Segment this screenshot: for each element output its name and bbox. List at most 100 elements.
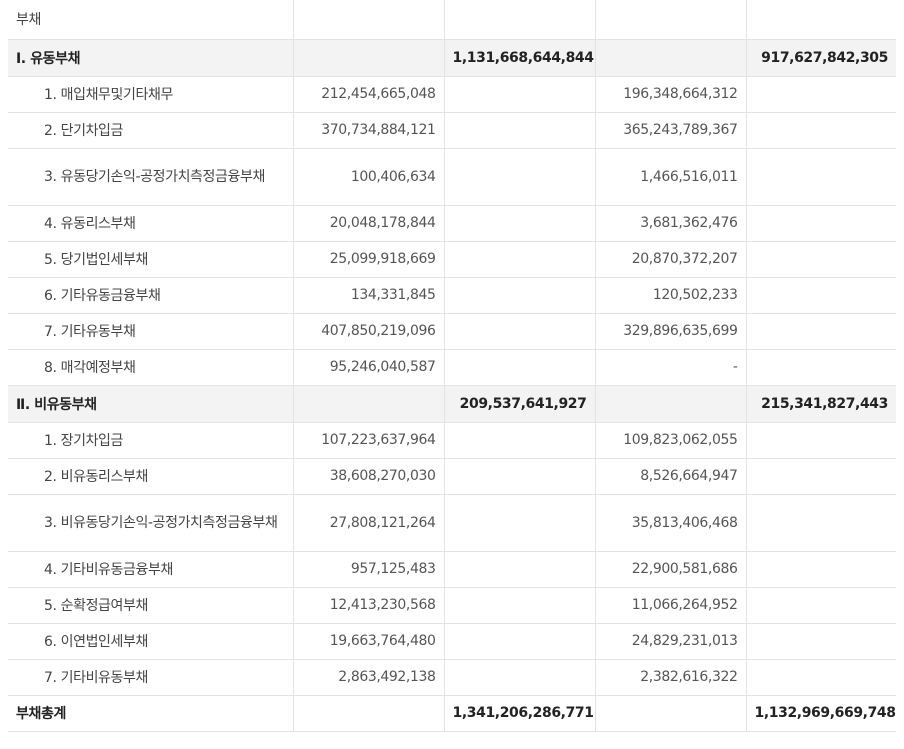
empty-cell bbox=[444, 422, 596, 459]
table-row: 5. 당기법인세부채 25,099,918,669 20,870,372,207 bbox=[8, 241, 896, 278]
item-value-b: 20,870,372,207 bbox=[595, 241, 747, 278]
total-liabilities-row: 부채총계 1,341,206,286,771 1,132,969,669,748 bbox=[8, 695, 896, 732]
empty-cell bbox=[746, 0, 896, 40]
empty-cell bbox=[746, 659, 896, 696]
item-label: 7. 기타유동부채 bbox=[8, 313, 294, 350]
empty-cell bbox=[444, 313, 596, 350]
item-value-b: 1,466,516,011 bbox=[595, 148, 747, 206]
empty-cell bbox=[293, 0, 445, 40]
empty-cell bbox=[746, 587, 896, 624]
item-label: 7. 기타비유동부채 bbox=[8, 659, 294, 696]
item-value-a: 38,608,270,030 bbox=[293, 458, 445, 495]
item-label: 6. 기타유동금융부채 bbox=[8, 277, 294, 314]
total-curr: 1,132,969,669,748 bbox=[746, 695, 896, 732]
item-value-b: 365,243,789,367 bbox=[595, 112, 747, 149]
empty-cell bbox=[293, 385, 445, 423]
item-value-a: 957,125,483 bbox=[293, 551, 445, 588]
empty-cell bbox=[444, 458, 596, 495]
item-value-b: 35,813,406,468 bbox=[595, 494, 747, 552]
item-value-a: 95,246,040,587 bbox=[293, 349, 445, 386]
empty-cell bbox=[293, 39, 445, 77]
table-row: 2. 단기차입금 370,734,884,121 365,243,789,367 bbox=[8, 112, 896, 149]
empty-cell bbox=[444, 76, 596, 113]
table-row: 8. 매각예정부채 95,246,040,587 - bbox=[8, 349, 896, 386]
section-label: Ⅱ. 비유동부채 bbox=[8, 385, 294, 423]
empty-cell bbox=[746, 241, 896, 278]
item-value-a: 100,406,634 bbox=[293, 148, 445, 206]
empty-cell bbox=[746, 112, 896, 149]
item-value-b: 109,823,062,055 bbox=[595, 422, 747, 459]
table-row: 4. 기타비유동금융부채 957,125,483 22,900,581,686 bbox=[8, 551, 896, 588]
empty-cell bbox=[746, 148, 896, 206]
liabilities-table: 부채 Ⅰ. 유동부채 1,131,668,644,844 917,627,842… bbox=[8, 0, 896, 732]
empty-cell bbox=[746, 494, 896, 552]
item-value-b: 22,900,581,686 bbox=[595, 551, 747, 588]
empty-cell bbox=[444, 241, 596, 278]
table-row: 7. 기타유동부채 407,850,219,096 329,896,635,69… bbox=[8, 313, 896, 350]
empty-cell bbox=[595, 39, 747, 77]
item-label: 4. 기타비유동금융부채 bbox=[8, 551, 294, 588]
table-row: 1. 장기차입금 107,223,637,964 109,823,062,055 bbox=[8, 422, 896, 459]
item-label: 3. 유동당기손익-공정가치측정금융부채 bbox=[8, 148, 294, 206]
section-total-curr: 215,341,827,443 bbox=[746, 385, 896, 423]
empty-cell bbox=[444, 659, 596, 696]
empty-cell bbox=[746, 551, 896, 588]
item-label: 5. 당기법인세부채 bbox=[8, 241, 294, 278]
item-value-a: 134,331,845 bbox=[293, 277, 445, 314]
item-label: 2. 단기차입금 bbox=[8, 112, 294, 149]
empty-cell bbox=[746, 349, 896, 386]
item-label: 8. 매각예정부채 bbox=[8, 349, 294, 386]
item-value-b: 120,502,233 bbox=[595, 277, 747, 314]
item-value-a: 12,413,230,568 bbox=[293, 587, 445, 624]
table-row: 2. 비유동리스부채 38,608,270,030 8,526,664,947 bbox=[8, 458, 896, 495]
empty-cell bbox=[444, 551, 596, 588]
item-label: 1. 장기차입금 bbox=[8, 422, 294, 459]
item-value-a: 107,223,637,964 bbox=[293, 422, 445, 459]
empty-cell bbox=[746, 458, 896, 495]
item-value-a: 19,663,764,480 bbox=[293, 623, 445, 660]
table-row: 5. 순확정급여부채 12,413,230,568 11,066,264,952 bbox=[8, 587, 896, 624]
item-value-b: 24,829,231,013 bbox=[595, 623, 747, 660]
empty-cell bbox=[444, 587, 596, 624]
item-value-b: 329,896,635,699 bbox=[595, 313, 747, 350]
item-label: 1. 매입채무및기타채무 bbox=[8, 76, 294, 113]
item-value-b: 3,681,362,476 bbox=[595, 205, 747, 242]
total-prev: 1,341,206,286,771 bbox=[444, 695, 596, 732]
section-label: Ⅰ. 유동부채 bbox=[8, 39, 294, 77]
section-total-prev: 1,131,668,644,844 bbox=[444, 39, 596, 77]
section-total-curr: 917,627,842,305 bbox=[746, 39, 896, 77]
item-value-a: 25,099,918,669 bbox=[293, 241, 445, 278]
item-label: 6. 이연법인세부채 bbox=[8, 623, 294, 660]
current-liabilities-row: Ⅰ. 유동부채 1,131,668,644,844 917,627,842,30… bbox=[8, 39, 896, 77]
item-value-b: 8,526,664,947 bbox=[595, 458, 747, 495]
empty-cell bbox=[293, 695, 445, 732]
table-row: 6. 이연법인세부채 19,663,764,480 24,829,231,013 bbox=[8, 623, 896, 660]
empty-cell bbox=[444, 494, 596, 552]
item-value-b: - bbox=[595, 349, 747, 386]
item-value-a: 20,048,178,844 bbox=[293, 205, 445, 242]
empty-cell bbox=[746, 76, 896, 113]
item-label: 4. 유동리스부채 bbox=[8, 205, 294, 242]
empty-cell bbox=[595, 0, 747, 40]
liabilities-title: 부채 bbox=[8, 0, 294, 40]
item-value-a: 407,850,219,096 bbox=[293, 313, 445, 350]
section-total-prev: 209,537,641,927 bbox=[444, 385, 596, 423]
table-row: 3. 비유동당기손익-공정가치측정금융부채 27,808,121,264 35,… bbox=[8, 494, 896, 552]
empty-cell bbox=[746, 422, 896, 459]
empty-cell bbox=[444, 277, 596, 314]
item-label: 3. 비유동당기손익-공정가치측정금융부채 bbox=[8, 494, 294, 552]
item-value-b: 11,066,264,952 bbox=[595, 587, 747, 624]
empty-cell bbox=[746, 205, 896, 242]
empty-cell bbox=[595, 695, 747, 732]
item-value-b: 2,382,616,322 bbox=[595, 659, 747, 696]
item-value-a: 27,808,121,264 bbox=[293, 494, 445, 552]
table-row: 3. 유동당기손익-공정가치측정금융부채 100,406,634 1,466,5… bbox=[8, 148, 896, 206]
empty-cell bbox=[444, 205, 596, 242]
empty-cell bbox=[746, 277, 896, 314]
empty-cell bbox=[444, 349, 596, 386]
empty-cell bbox=[746, 623, 896, 660]
item-value-a: 2,863,492,138 bbox=[293, 659, 445, 696]
empty-cell bbox=[746, 313, 896, 350]
empty-cell bbox=[444, 112, 596, 149]
noncurrent-liabilities-row: Ⅱ. 비유동부채 209,537,641,927 215,341,827,443 bbox=[8, 385, 896, 423]
